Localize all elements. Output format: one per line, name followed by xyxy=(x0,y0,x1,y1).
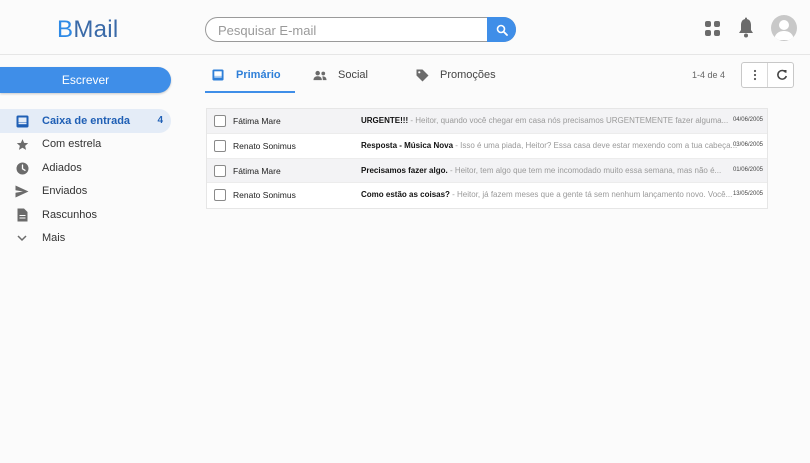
email-content: Resposta - Música Nova - Isso é uma piad… xyxy=(361,141,747,150)
sidebar-item-label: Mais xyxy=(42,232,66,245)
sidebar-item-label: Enviados xyxy=(42,185,88,198)
email-date: 04/06/2005 xyxy=(732,117,763,123)
compose-button[interactable]: Escrever xyxy=(0,67,171,93)
select-checkbox[interactable] xyxy=(214,139,226,152)
sidebar-item-more[interactable]: Mais xyxy=(0,227,171,251)
email-subject: URGENTE!!! xyxy=(361,116,409,125)
tab-promotions[interactable]: Promoções xyxy=(415,57,496,93)
email-date: 03/06/2005 xyxy=(732,141,763,148)
email-snippet: Heitor, quando você chegar em casa nós p… xyxy=(415,116,729,125)
email-content: URGENTE!!! - Heitor, quando você chegar … xyxy=(361,116,747,125)
select-checkbox[interactable] xyxy=(214,189,226,202)
select-checkbox[interactable] xyxy=(214,115,226,127)
email-row[interactable]: Fátima Mare Precisamos fazer algo. - Hei… xyxy=(207,158,767,184)
email-date: 01/06/2005 xyxy=(732,166,763,173)
email-row[interactable]: Fátima Mare URGENTE!!! - Heitor, quando … xyxy=(207,109,767,134)
email-snippet: Isso é uma piada, Heitor? Essa casa deve… xyxy=(460,140,738,150)
list-actions xyxy=(741,62,794,88)
email-row[interactable]: Renato Sonimus Como estão as coisas? - H… xyxy=(207,183,767,208)
tab-label: Promoções xyxy=(440,69,496,81)
avatar-icon xyxy=(774,20,794,40)
send-icon xyxy=(15,185,29,199)
sidebar-item-label: Rascunhos xyxy=(42,208,98,221)
refresh-button[interactable] xyxy=(769,63,794,87)
tab-label: Primário xyxy=(236,69,281,81)
email-separator: - xyxy=(447,165,455,175)
email-list: Fátima Mare URGENTE!!! - Heitor, quando … xyxy=(206,108,768,210)
bell-icon[interactable] xyxy=(737,17,755,39)
sidebar-item-sent[interactable]: Enviados xyxy=(0,180,171,204)
sidebar-item-label: Com estrela xyxy=(42,138,102,151)
pagination-range: 1-4 de 4 xyxy=(692,70,726,80)
email-sender: Fátima Mare xyxy=(233,165,281,176)
email-content: Precisamos fazer algo. - Heitor, tem alg… xyxy=(361,166,747,175)
draft-icon xyxy=(15,208,29,222)
sidebar-item-label: Caixa de entrada xyxy=(42,114,131,127)
sidebar-item-drafts[interactable]: Rascunhos xyxy=(0,203,171,227)
more-vert-icon xyxy=(753,69,756,81)
search-button[interactable] xyxy=(487,17,516,42)
email-date: 13/05/2005 xyxy=(732,191,763,198)
email-subject: Precisamos fazer algo. xyxy=(361,165,448,175)
email-row[interactable]: Renato Sonimus Resposta - Música Nova - … xyxy=(207,134,767,159)
top-bar: BMail xyxy=(0,0,810,55)
email-snippet: Heitor, tem algo que tem me incomodado m… xyxy=(454,165,722,175)
search-input[interactable] xyxy=(218,21,483,39)
more-options-button[interactable] xyxy=(742,63,768,87)
apps-grid-icon[interactable] xyxy=(705,21,720,36)
inbox-icon xyxy=(211,68,225,82)
search-bar xyxy=(205,17,516,42)
inbox-icon xyxy=(15,114,29,128)
tab-label: Social xyxy=(338,69,368,81)
email-subject: Como estão as coisas? xyxy=(361,190,450,200)
sidebar-item-inbox[interactable]: Caixa de entrada 4 xyxy=(0,109,171,133)
star-icon xyxy=(15,138,29,152)
category-tabs: Primário Social Promoções xyxy=(205,57,735,93)
email-sender: Fátima Mare xyxy=(233,116,281,126)
email-sender: Renato Sonimus xyxy=(233,140,296,151)
clock-icon xyxy=(15,161,29,175)
logo-rest: Mail xyxy=(73,16,119,43)
sidebar-item-label: Adiados xyxy=(42,161,82,174)
email-subject: Resposta - Música Nova xyxy=(361,140,454,150)
search-icon xyxy=(496,24,508,36)
tag-icon xyxy=(415,68,429,82)
email-snippet: Heitor, já fazem meses que a gente tá se… xyxy=(457,190,733,200)
chevron-down-icon xyxy=(15,232,29,246)
email-sender: Renato Sonimus xyxy=(233,190,296,201)
people-icon xyxy=(313,68,327,82)
unread-count: 4 xyxy=(157,115,163,127)
email-separator: - xyxy=(449,190,458,200)
sidebar-item-starred[interactable]: Com estrela xyxy=(0,133,171,157)
avatar[interactable] xyxy=(771,15,797,41)
tab-primary[interactable]: Primário xyxy=(205,57,295,93)
active-tab-indicator xyxy=(205,91,295,93)
tab-social[interactable]: Social xyxy=(313,57,368,93)
select-checkbox[interactable] xyxy=(214,164,226,177)
email-content: Como estão as coisas? - Heitor, já fazem… xyxy=(361,190,747,199)
refresh-icon xyxy=(776,69,787,80)
sidebar-item-snoozed[interactable]: Adiados xyxy=(0,156,171,180)
bmail-logo[interactable]: BMail xyxy=(57,16,119,44)
sidebar-nav: Caixa de entrada 4 Com estrela Adiados E… xyxy=(0,109,171,250)
logo-b: B xyxy=(57,16,74,43)
